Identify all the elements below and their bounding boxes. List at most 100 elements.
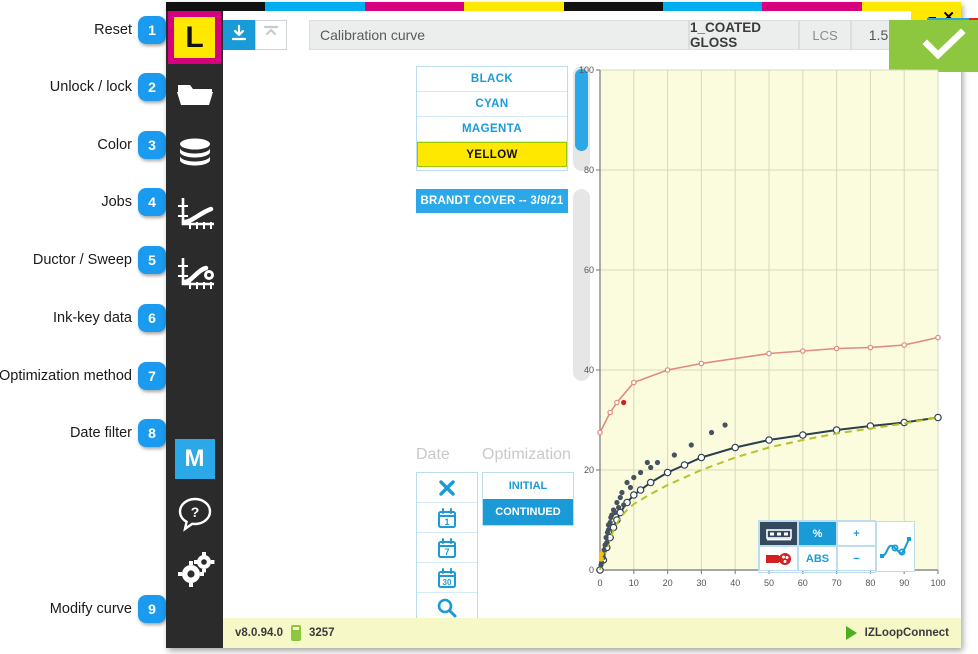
svg-text:30: 30 [696, 578, 706, 588]
annotation-label: Ductor / Sweep [32, 252, 132, 268]
value-text: 1.5 [868, 27, 889, 43]
cmyk-segment [364, 2, 465, 11]
profile-field[interactable]: 1_COATED GLOSS [689, 20, 799, 50]
annotation-number: 9 [138, 595, 166, 623]
annotation-9: Modify curve 9 [50, 595, 166, 623]
svg-text:1: 1 [444, 517, 449, 527]
annotation-8: Date filter 8 [70, 419, 166, 447]
cmyk-segment [563, 2, 663, 11]
calibration-chart[interactable]: 0 10 20 30 40 50 60 70 80 90 100 0 20 40 60 80 100 [578, 62, 950, 594]
cmyk-segment [464, 2, 564, 11]
sidebar-item-jobs[interactable] [166, 184, 223, 244]
svg-text:60: 60 [584, 265, 594, 275]
chart-control-buttons[interactable]: % ABS + − [758, 520, 915, 573]
date-1-day-button[interactable]: 1 [417, 503, 477, 533]
m-button[interactable]: M [174, 439, 215, 479]
close-icon [439, 479, 455, 496]
optimization-option[interactable]: CONTINUED [483, 499, 573, 525]
optimization-section-title: Optimization [482, 446, 571, 463]
cmyk-segment [265, 2, 365, 11]
color-item[interactable]: BLACK [417, 67, 567, 92]
svg-text:10: 10 [629, 578, 639, 588]
minus-button[interactable]: − [837, 546, 876, 571]
job-item[interactable]: BRANDT COVER -- 3/9/21 [416, 189, 568, 213]
svg-text:0: 0 [589, 565, 594, 575]
svg-text:20: 20 [663, 578, 673, 588]
cmyk-segment [166, 2, 266, 11]
play-icon [845, 626, 857, 640]
sidebar-item-ductor-sweep[interactable] [166, 244, 223, 304]
database-icon [178, 138, 212, 170]
annotation-label: Jobs [101, 194, 132, 210]
svg-text:20: 20 [584, 465, 594, 475]
clear-date-button[interactable] [417, 473, 477, 503]
folder-icon [175, 79, 215, 109]
ink-drop-button[interactable] [759, 546, 798, 571]
connect-label: IZLoopConnect [864, 627, 949, 639]
annotation-label: Color [97, 137, 132, 153]
application-window: – ✕ L [166, 2, 978, 648]
svg-text:?: ? [190, 504, 199, 520]
annotation-label: Modify curve [49, 601, 132, 617]
search-icon [437, 598, 457, 618]
app-logo[interactable]: L [168, 11, 221, 64]
annotation-label: Reset [94, 22, 132, 38]
color-item[interactable]: CYAN [417, 92, 567, 117]
calendar-7-icon: 7 [438, 537, 456, 558]
plus-button[interactable]: + [837, 521, 876, 546]
collapse-up-button[interactable] [255, 20, 287, 50]
abs-button[interactable]: ABS [798, 546, 837, 571]
annotation-number: 2 [138, 73, 166, 101]
job-list[interactable]: BRANDT COVER -- 3/9/21 [416, 189, 568, 213]
annotation-number: 1 [138, 16, 166, 44]
annotation-1: Reset 1 [94, 16, 166, 44]
svg-text:80: 80 [584, 165, 594, 175]
help-icon: ? [177, 496, 213, 532]
svg-text:40: 40 [584, 365, 594, 375]
collapse-down-button[interactable] [223, 20, 255, 50]
date-section-title: Date [416, 446, 450, 463]
svg-text:70: 70 [832, 578, 842, 588]
logo-letter: L [174, 17, 215, 58]
svg-text:0: 0 [597, 578, 602, 588]
annotation-4: Jobs 4 [101, 188, 166, 216]
date-30-day-button[interactable]: 30 [417, 563, 477, 593]
percent-button[interactable]: % [798, 521, 837, 546]
collapse-down-icon [229, 23, 249, 48]
highlight-point-red [621, 399, 627, 406]
toolbar-title: Calibration curve [309, 20, 689, 50]
annotation-5: Ductor / Sweep 5 [33, 246, 166, 274]
inkkey-view-button[interactable] [759, 521, 798, 546]
chart-plot: 0 10 20 30 40 50 60 70 80 90 100 0 20 40 60 80 100 [579, 65, 946, 588]
cmyk-segment [861, 2, 961, 11]
date-filter-buttons[interactable]: 1 7 30 [416, 472, 478, 624]
svg-text:90: 90 [899, 578, 909, 588]
color-item[interactable]: YELLOW [417, 142, 567, 167]
sidebar-item-help[interactable]: ? [166, 484, 223, 544]
ink-icon [765, 552, 791, 565]
color-list[interactable]: BLACK CYAN MAGENTA YELLOW [416, 66, 568, 171]
annotation-3: Color 3 [97, 131, 166, 159]
color-item[interactable]: MAGENTA [417, 117, 567, 142]
curve-edit-button[interactable] [876, 521, 915, 572]
count-label: 3257 [308, 627, 335, 639]
optimization-options[interactable]: INITIAL CONTINUED [482, 472, 574, 526]
annotation-number: 5 [138, 246, 166, 274]
optimization-option[interactable]: INITIAL [483, 473, 573, 499]
svg-text:60: 60 [798, 578, 808, 588]
sidebar-item-settings[interactable] [166, 539, 223, 599]
version-label: v8.0.94.0 [235, 627, 283, 639]
curve-icon [879, 536, 911, 558]
sidebar-item-color[interactable] [166, 124, 223, 184]
svg-text:100: 100 [930, 578, 945, 588]
calendar-30-icon: 30 [438, 567, 456, 588]
status-bar: v8.0.94.0 3257 IZLoopConnect [223, 618, 961, 648]
svg-text:80: 80 [865, 578, 875, 588]
date-7-day-button[interactable]: 7 [417, 533, 477, 563]
sidebar-item-m[interactable]: M [166, 429, 223, 489]
annotation-2: Unlock / lock 2 [50, 73, 166, 101]
cmyk-segment [662, 2, 763, 11]
cmyk-segment [762, 2, 862, 11]
sidebar-item-unlock-lock[interactable] [166, 64, 223, 124]
annotation-label: Unlock / lock [49, 79, 132, 95]
